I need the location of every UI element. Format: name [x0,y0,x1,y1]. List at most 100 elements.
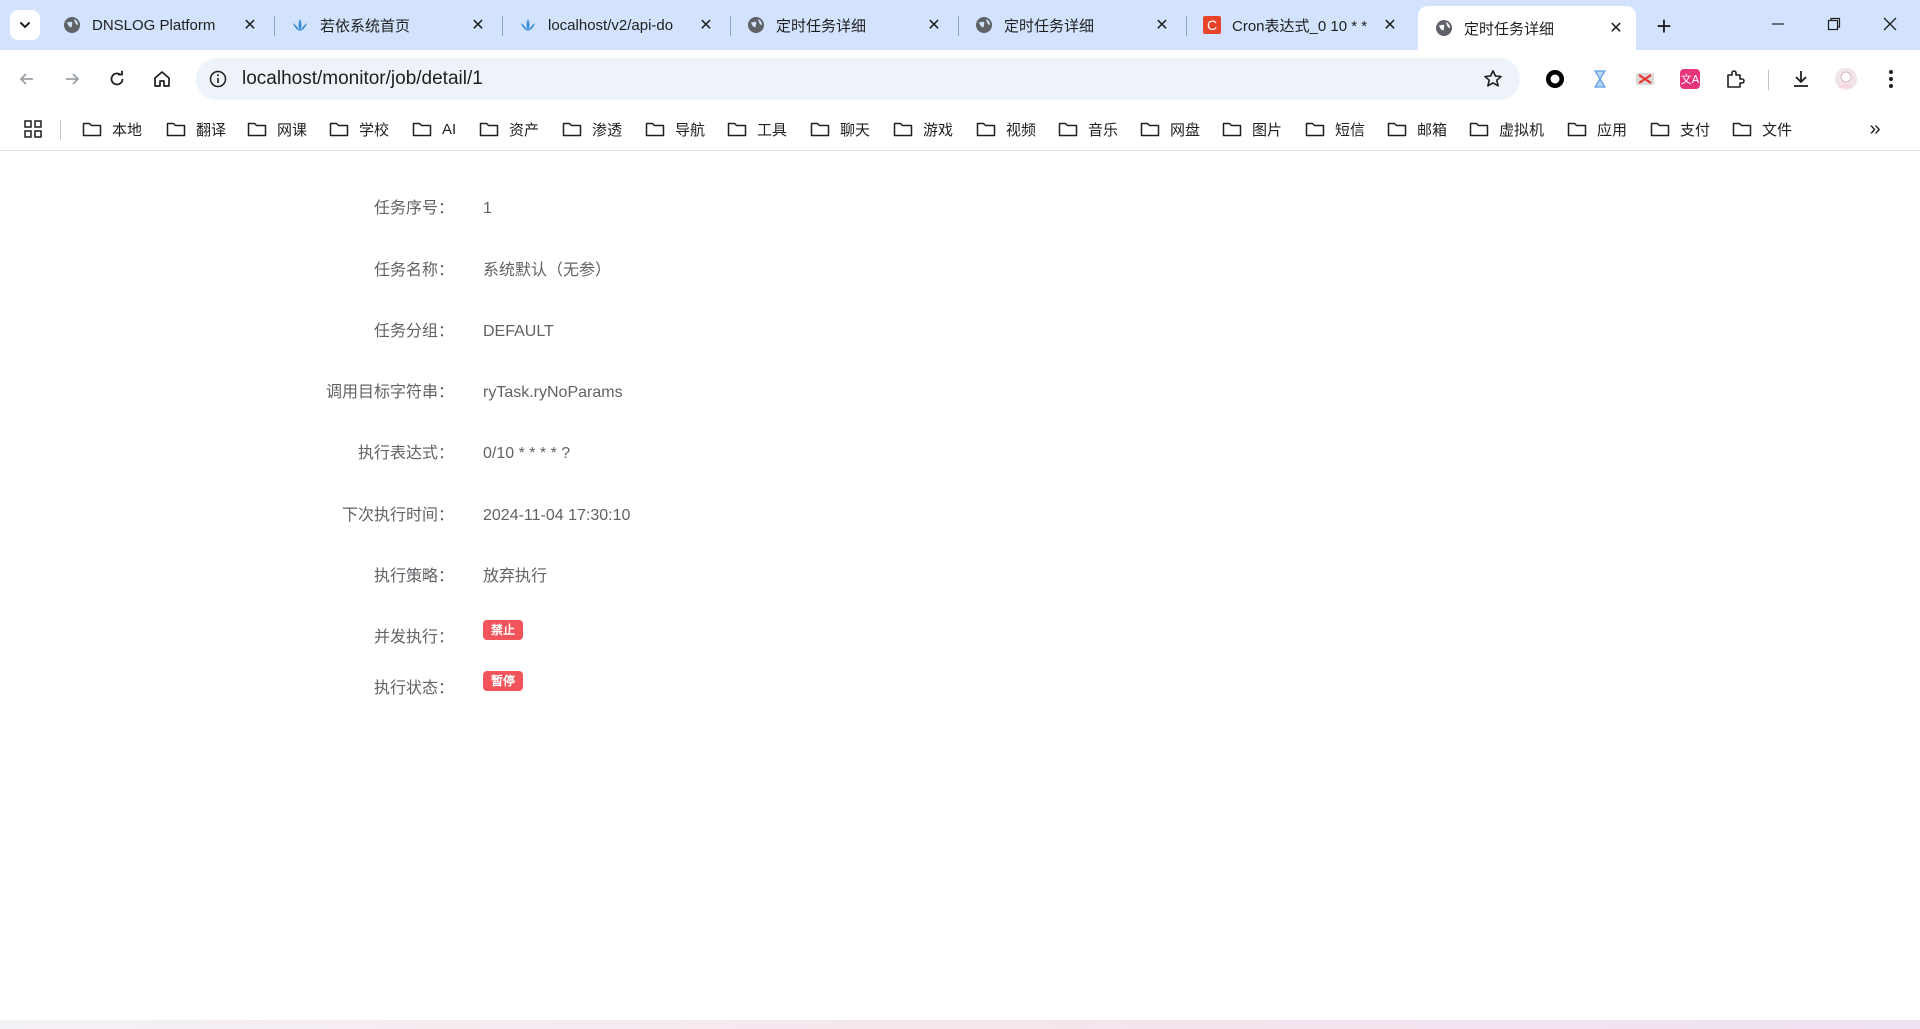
close-icon[interactable]: ✕ [468,15,488,35]
extensions-puzzle-icon[interactable] [1722,66,1748,92]
browser-tab[interactable]: C Cron表达式_0 10 * * ✕ [1186,6,1410,44]
field-value: 放弃执行 [483,568,548,585]
minimize-button[interactable] [1750,6,1806,42]
chevron-double-right-icon[interactable]: » [1862,116,1888,142]
close-icon[interactable]: ✕ [696,15,716,35]
profile-avatar-icon[interactable] [1833,66,1859,92]
detail-row-job-name: 任务名称： 系统默认（无参） [0,251,1920,291]
detail-row-misfire: 执行策略： 放弃执行 [0,557,1920,597]
browser-tab[interactable]: 若依系统首页 ✕ [274,6,498,44]
bookmark-folder[interactable]: 资产 [479,116,539,142]
folder-icon [1732,120,1754,138]
bookmark-label: 虚拟机 [1499,121,1545,139]
forward-button[interactable] [57,64,87,94]
new-tab-button[interactable]: + [1650,10,1678,41]
tab-search-button[interactable] [10,10,40,40]
site-info-icon[interactable] [206,67,230,91]
bookmark-folder[interactable]: 应用 [1567,116,1627,142]
bookmark-folder[interactable]: 本地 [82,116,142,142]
home-button[interactable] [147,64,177,94]
bookmark-folder[interactable]: AI [412,116,456,142]
reload-button[interactable] [102,64,132,94]
status-badge: 暂停 [483,671,524,691]
bookmark-folder[interactable]: 游戏 [893,116,953,142]
toolbar-divider [1768,70,1769,90]
taskbar-edge [0,1020,1920,1029]
bookmark-folder[interactable]: 虚拟机 [1469,116,1544,142]
extension-hourglass-icon[interactable] [1587,66,1613,92]
bookmark-label: 支付 [1680,121,1711,139]
bookmark-folder[interactable]: 邮箱 [1387,116,1447,142]
globe-icon [1434,18,1454,38]
more-vertical-icon [1889,70,1893,88]
field-value: 系统默认（无参） [483,262,612,279]
tab-title: 定时任务详细 [1464,20,1555,38]
close-icon[interactable]: ✕ [1152,15,1172,35]
field-label: 下次执行时间： [341,507,454,524]
detail-row-concurrent: 并发执行： 禁止 [0,618,1920,658]
bookmark-folder[interactable]: 聊天 [810,116,870,142]
ruoyi-icon [518,15,538,35]
bookmark-star-icon[interactable] [1482,68,1504,90]
apps-grid-icon[interactable] [20,116,46,142]
bookmark-label: 渗透 [592,121,623,139]
folder-icon [727,120,749,138]
bookmark-folder[interactable]: 短信 [1305,116,1365,142]
close-icon[interactable]: ✕ [924,15,944,35]
address-bar[interactable]: localhost/monitor/job/detail/1 [196,58,1520,100]
bookmark-label: AI [442,120,457,138]
back-button[interactable] [12,64,42,94]
bookmark-label: 网课 [277,121,308,139]
close-icon[interactable]: ✕ [1606,18,1626,38]
status-badge: 禁止 [483,620,524,640]
browser-menu-button[interactable] [1878,66,1904,92]
browser-toolbar: localhost/monitor/job/detail/1 文A [0,50,1920,134]
field-label: 任务序号： [373,200,454,217]
browser-tab[interactable]: 定时任务详细 ✕ [958,6,1182,44]
bookmark-folder[interactable]: 渗透 [562,116,622,142]
bookmark-folder[interactable]: 视频 [976,116,1036,142]
extension-circle-icon[interactable] [1542,66,1568,92]
bookmark-label: 游戏 [923,121,954,139]
plus-icon: + [1656,10,1672,41]
close-window-button[interactable] [1862,6,1918,42]
bookmark-label: 应用 [1597,121,1628,139]
bookmark-folder[interactable]: 学校 [329,116,389,142]
extension-translate-icon[interactable]: 文A [1677,66,1703,92]
bookmark-folder[interactable]: 翻译 [166,116,226,142]
tab-title: 定时任务详细 [1004,17,1095,35]
bookmark-folder[interactable]: 图片 [1222,116,1282,142]
tab-title: Cron表达式_0 10 * * [1232,17,1368,35]
restore-button[interactable] [1806,6,1862,42]
bookmarks-divider [60,120,61,140]
close-icon[interactable]: ✕ [240,15,260,35]
bookmark-folder[interactable]: 导航 [645,116,705,142]
download-icon[interactable] [1788,66,1814,92]
folder-icon [1387,120,1409,138]
extension-crossed-icon[interactable] [1632,66,1658,92]
bookmark-folder[interactable]: 工具 [727,116,787,142]
bookmark-folder[interactable]: 网课 [247,116,307,142]
bookmark-label: 邮箱 [1417,121,1448,139]
close-icon [1883,17,1897,31]
browser-tab[interactable]: 定时任务详细 ✕ [730,6,954,44]
tab-title: 定时任务详细 [776,17,867,35]
detail-row-job-group: 任务分组： DEFAULT [0,312,1920,352]
ruoyi-icon [290,15,310,35]
bookmark-folder[interactable]: 网盘 [1140,116,1200,142]
bookmark-label: 翻译 [196,121,227,139]
browser-tab-active[interactable]: 定时任务详细 ✕ [1418,6,1636,50]
folder-icon [1058,120,1080,138]
detail-row-job-id: 任务序号： 1 [0,189,1920,229]
detail-row-next-time: 下次执行时间： 2024-11-04 17:30:10 [0,496,1920,536]
bookmark-folder[interactable]: 支付 [1650,116,1710,142]
url-text[interactable]: localhost/monitor/job/detail/1 [242,68,483,90]
browser-tab[interactable]: DNSLOG Platform ✕ [46,6,270,44]
browser-tab[interactable]: localhost/v2/api-do ✕ [502,6,726,44]
close-icon[interactable]: ✕ [1380,15,1400,35]
bookmark-label: 工具 [757,121,788,139]
detail-row-status: 执行状态： 暂停 [0,669,1920,709]
bookmark-folder[interactable]: 音乐 [1058,116,1118,142]
bookmark-folder[interactable]: 文件 [1732,116,1792,142]
folder-icon [479,120,501,138]
